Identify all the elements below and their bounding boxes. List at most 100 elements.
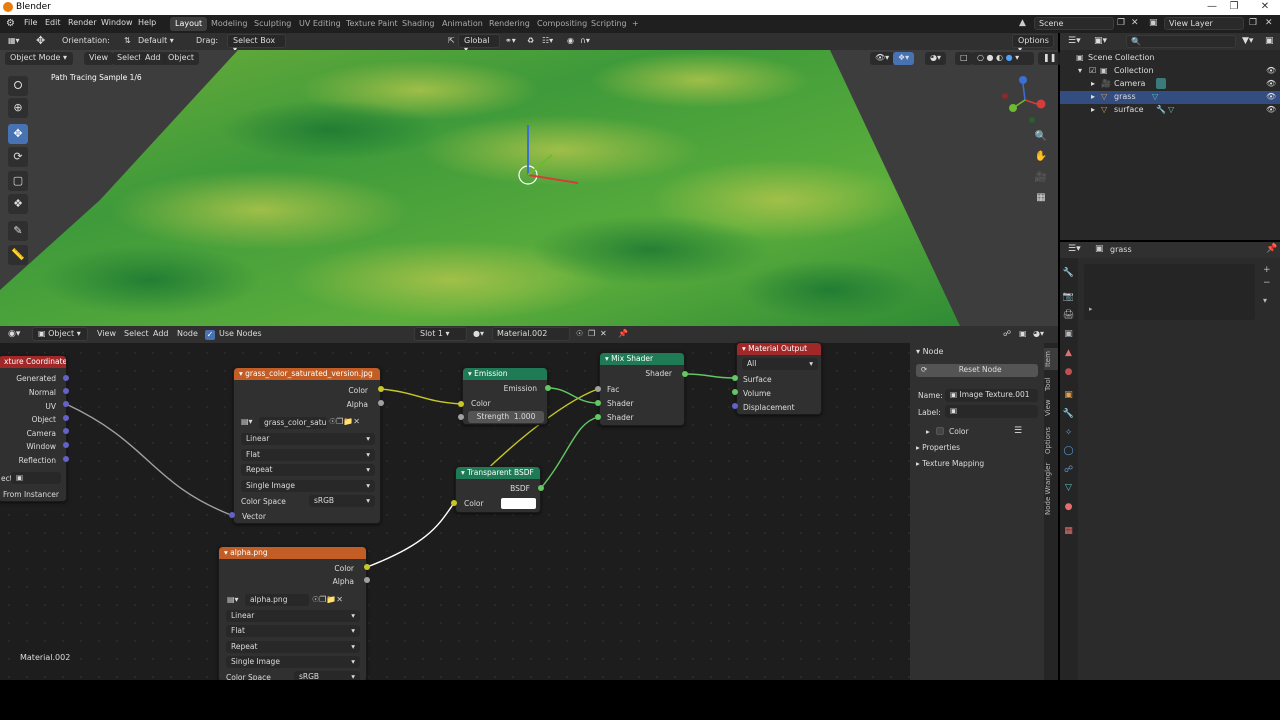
color-input-socket[interactable] [451,500,457,506]
delete-view-layer-icon[interactable]: ✕ [1265,18,1273,28]
render-tab-icon[interactable]: 📷 [1061,290,1076,305]
from-instancer-checkbox[interactable]: From Instancer [3,490,59,499]
eye-icon[interactable]: 👁 [1266,79,1276,88]
expand-icon[interactable]: ▸ [1091,79,1095,88]
world-tab-icon[interactable]: ● [1061,365,1076,380]
node-menu-node[interactable]: Node [177,329,198,338]
view-layer-selector[interactable]: View Layer [1164,17,1244,30]
viewport-menu-view[interactable]: View [84,52,113,65]
node-name-field[interactable]: ▣ Image Texture.001 [945,389,1038,402]
new-scene-icon[interactable]: ❐ [1117,18,1125,28]
transform-orientation-dropdown[interactable]: Global ▾ [458,34,500,54]
window-socket[interactable] [63,442,69,448]
transparent-bsdf-node[interactable]: ▾ Transparent BSDF BSDF Color [455,466,541,513]
emission-output-socket[interactable] [545,385,551,391]
object-tab-icon[interactable]: ▣ [1061,388,1076,403]
outliner-row-camera[interactable]: ▸ 🎥 Camera 👁 [1060,78,1280,91]
select-tool-icon[interactable]: ⭘ [8,76,28,96]
perspective-toggle-icon[interactable]: ▦ [1033,190,1049,206]
tab-texture-paint[interactable]: Texture Paint [341,17,403,31]
expand-icon[interactable]: ▾ [1078,66,1082,75]
projection-dropdown[interactable]: Flat ▾ [241,449,375,461]
checkbox-icon[interactable]: ☑ [1089,66,1096,75]
cursor-tool-icon[interactable]: ⊕ [8,98,28,118]
shading-modes[interactable]: ○ ● ◐ ● ▾ [972,52,1034,65]
move-tool-icon[interactable]: ✥ [36,34,45,47]
pause-render-icon[interactable]: ❚❚ [1038,52,1062,65]
texture-mapping-section[interactable]: ▸ Texture Mapping [916,459,984,468]
image-name-field[interactable]: grass_color_satu... [259,417,327,429]
mix-shader-node[interactable]: ▾ Mix Shader Shader Fac Shader Shader [599,352,685,426]
object-field[interactable]: ▣ [11,472,61,484]
list-icon[interactable]: ☰ [1014,426,1022,436]
scene-selector[interactable]: Scene [1034,17,1114,30]
menu-file[interactable]: File [24,18,37,27]
tab-layout[interactable]: Layout [170,17,208,31]
image-actions-icons[interactable]: ☉❐📁✕ [329,417,360,426]
menu-window[interactable]: Window [101,18,133,27]
remove-slot-icon[interactable]: − [1263,278,1271,288]
image-browse-icon[interactable]: ▤▾ [227,595,245,604]
uv-socket[interactable] [63,401,69,407]
fake-user-icon[interactable]: ☉ [576,329,583,338]
viewport-menu-add[interactable]: Add [140,52,166,65]
pivot-icon[interactable]: ⚭▾ [505,36,516,45]
tab-scripting[interactable]: Scripting [586,17,632,31]
color-checkbox[interactable] [936,427,944,435]
constraints-tab-icon[interactable]: ☍ [1061,463,1076,478]
editor-type-icon[interactable]: ▦▾ [8,36,20,45]
fac-input-socket[interactable] [595,386,601,392]
tab-modeling[interactable]: Modeling [206,17,252,31]
drag-dropdown[interactable]: Select Box ▾ [227,34,286,54]
strength-input-socket[interactable] [458,414,464,420]
color-input-socket[interactable] [458,401,464,407]
tab-node-wrangler[interactable]: Node Wrangler [1044,462,1058,516]
shader-type-dropdown[interactable]: ▣ Object ▾ [32,327,88,341]
material-output-node[interactable]: ▾ Material Output All ▾ Surface Volume Di… [736,342,822,415]
display-mode-icon[interactable]: ▣▾ [1094,36,1107,46]
node-editor-type-icon[interactable]: ◉▾ [8,329,20,339]
eye-icon[interactable]: 👁 [1266,105,1276,114]
close-icon[interactable]: ✕ [1258,1,1272,13]
eye-icon[interactable]: 👁 [1266,92,1276,101]
image-actions-icons[interactable]: ☉❐📁✕ [312,595,343,604]
physics-tab-icon[interactable]: ◯ [1061,444,1076,459]
delete-scene-icon[interactable]: ✕ [1131,18,1139,28]
material-name-field[interactable]: Material.002 [492,327,570,341]
tab-animation[interactable]: Animation [437,17,488,31]
strength-field[interactable]: Strength 1.000 [468,411,544,423]
filter-icon[interactable]: ▼▾ [1242,36,1253,46]
unlink-material-icon[interactable]: ✕ [600,329,607,338]
displacement-input-socket[interactable] [732,403,738,409]
properties-section[interactable]: ▸ Properties [916,443,960,452]
particles-tab-icon[interactable]: ✧ [1061,426,1076,441]
expand-icon[interactable]: ▸ [1091,92,1095,101]
tab-tool[interactable]: Tool [1044,374,1058,394]
move-tool-button[interactable]: ✥ [8,124,28,144]
use-nodes-checkbox[interactable]: ✓ [205,330,215,340]
measure-tool-icon[interactable]: 📏 [8,245,28,265]
add-slot-icon[interactable]: + [1263,265,1271,275]
bsdf-output-socket[interactable] [538,485,544,491]
pin-icon[interactable]: 📌 [618,329,628,338]
object-socket[interactable] [63,415,69,421]
outliner-row-scene-collection[interactable]: ▣ Scene Collection [1060,52,1280,65]
outliner-row-grass[interactable]: ▸ ▽ grass ▽ 👁 [1060,91,1280,104]
extension-dropdown[interactable]: Repeat ▾ [241,464,375,476]
transform-tool-icon[interactable]: ❖ [8,194,28,214]
shader2-input-socket[interactable] [595,414,601,420]
output-tab-icon[interactable]: 🖨 [1061,308,1076,323]
modifier-tab-icon[interactable]: 🔧 [1061,407,1076,422]
tab-compositing[interactable]: Compositing [532,17,592,31]
expand-icon[interactable]: ▸ [1091,105,1095,114]
interpolation-dropdown[interactable]: Linear ▾ [226,610,360,622]
duplicate-material-icon[interactable]: ❐ [588,329,595,338]
restore-icon[interactable]: ❐ [1227,1,1241,13]
orientation-dropdown[interactable]: Default ▾ [138,36,188,45]
vector-input-socket[interactable] [229,512,235,518]
alpha-output-socket[interactable] [378,400,384,406]
new-collection-icon[interactable]: ▣ [1265,36,1274,46]
menu-help[interactable]: Help [138,18,156,27]
color-output-socket[interactable] [378,386,384,392]
texture-coordinate-node[interactable]: xture Coordinate Generated Normal UV Obj… [0,355,67,502]
